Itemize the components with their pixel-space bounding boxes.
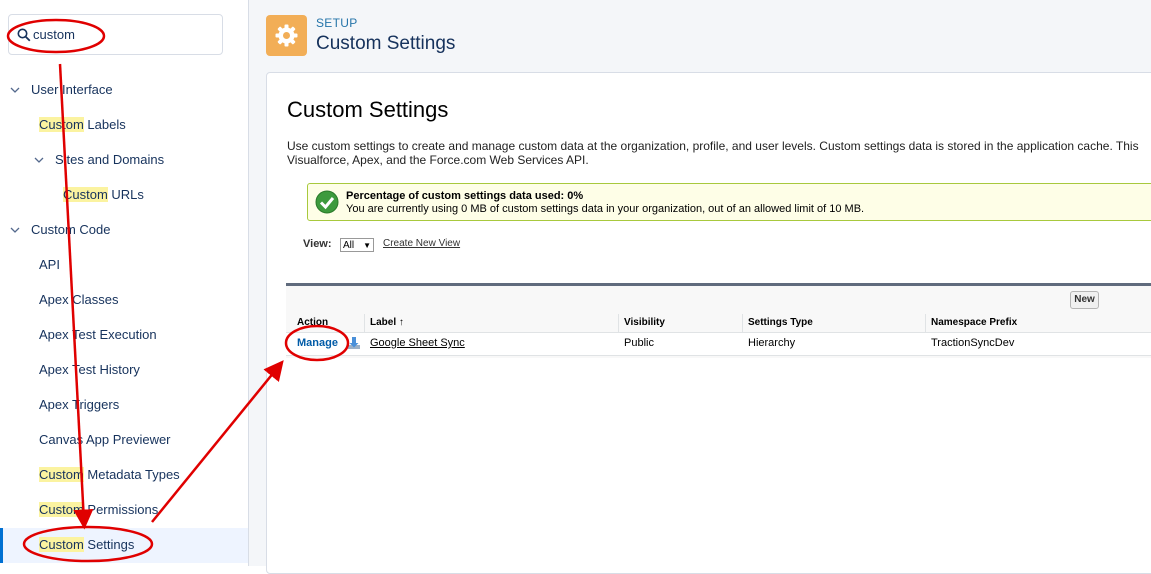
tree-item-label: Settings: [83, 537, 135, 552]
namespace-prefix-cell: TractionSyncDev: [931, 337, 1015, 349]
tree-item-label: Apex Classes: [39, 292, 119, 307]
column-divider: [925, 314, 926, 332]
content-panel: Custom Settings Use custom settings to c…: [266, 72, 1151, 574]
view-select-value: All: [343, 240, 355, 251]
visibility-cell: Public: [624, 337, 654, 349]
tree-item-label: URLs: [107, 187, 144, 202]
tree-item-custom-permissions[interactable]: Custom Permissions: [39, 493, 158, 527]
tree-item-custom-metadata-types[interactable]: Custom Metadata Types: [39, 458, 180, 492]
main-content: SETUP Custom Settings Custom Settings Us…: [249, 0, 1151, 574]
download-icon: [348, 337, 360, 349]
column-divider: [742, 314, 743, 332]
usage-info-message: Percentage of custom settings data used:…: [307, 183, 1151, 221]
setup-sidebar: custom User Interface Custom Labels Site…: [0, 0, 249, 566]
quick-find-search[interactable]: custom: [8, 14, 223, 55]
page-description: Use custom settings to create and manage…: [287, 139, 1151, 167]
success-check-icon: [315, 190, 339, 214]
column-divider: [364, 314, 365, 332]
tree-item-apex-test-history[interactable]: Apex Test History: [39, 353, 140, 387]
search-highlight: Custom: [39, 467, 84, 482]
gear-icon: [275, 24, 298, 47]
description-line: Use custom settings to create and manage…: [287, 139, 1139, 153]
create-new-view-link[interactable]: Create New View: [383, 238, 460, 249]
setup-breadcrumb: SETUP: [316, 16, 358, 30]
tree-item-apex-classes[interactable]: Apex Classes: [39, 283, 118, 317]
new-button[interactable]: New: [1070, 291, 1099, 309]
description-line: Visualforce, Apex, and the Force.com Web…: [287, 153, 589, 167]
tree-item-label: Apex Test History: [39, 362, 140, 377]
custom-settings-list: New Action Label ↑ Visibility Settings T…: [286, 283, 1151, 358]
tree-item-custom-urls[interactable]: Custom URLs: [63, 178, 144, 212]
tree-item-canvas-app-previewer[interactable]: Canvas App Previewer: [39, 423, 171, 457]
column-header-label[interactable]: Label ↑: [370, 314, 404, 332]
tree-item-label: API: [39, 257, 60, 272]
tree-item-label: Apex Test Execution: [39, 327, 157, 342]
column-header-settings-type[interactable]: Settings Type: [748, 314, 813, 332]
tree-item-apex-test-execution[interactable]: Apex Test Execution: [39, 318, 157, 352]
chevron-down-icon[interactable]: [9, 224, 21, 236]
column-header-action: Action: [297, 317, 329, 328]
search-icon: [17, 28, 31, 42]
tree-item-label: User Interface: [31, 82, 113, 97]
tree-item-label: Canvas App Previewer: [39, 432, 171, 447]
tree-item-api[interactable]: API: [39, 248, 60, 282]
tree-item-label: Labels: [83, 117, 126, 132]
chevron-down-icon[interactable]: [33, 154, 45, 166]
usage-detail: You are currently using 0 MB of custom s…: [346, 203, 865, 215]
page-title: Custom Settings: [316, 33, 456, 54]
search-highlight: Custom: [39, 502, 84, 517]
dropdown-arrow-icon: ▼: [363, 241, 371, 250]
setup-gear-icon: [266, 15, 307, 56]
table-row: Manage Google Sheet Sync Public Hierarch…: [286, 333, 1151, 356]
setting-label-link[interactable]: Google Sheet Sync: [370, 337, 465, 349]
view-label: View:: [303, 238, 332, 250]
column-header-namespace-prefix[interactable]: Namespace Prefix: [931, 314, 1017, 332]
view-select[interactable]: All ▼: [340, 238, 374, 252]
tree-item-custom-settings[interactable]: Custom Settings: [39, 528, 134, 562]
search-highlight: Custom: [39, 117, 84, 132]
tree-item-custom-labels[interactable]: Custom Labels: [39, 108, 126, 142]
chevron-down-icon[interactable]: [9, 84, 21, 96]
manage-link[interactable]: Manage: [297, 337, 338, 349]
search-input[interactable]: custom: [33, 27, 75, 42]
tree-item-custom-code[interactable]: Custom Code: [31, 213, 110, 247]
usage-title: Percentage of custom settings data used:…: [346, 190, 584, 202]
tree-item-label: Sites and Domains: [55, 152, 165, 167]
tree-item-sites-and-domains[interactable]: Sites and Domains: [55, 143, 164, 177]
column-header-visibility[interactable]: Visibility: [624, 314, 665, 332]
search-highlight: Custom: [63, 187, 108, 202]
tree-item-apex-triggers[interactable]: Apex Triggers: [39, 388, 119, 422]
settings-type-cell: Hierarchy: [748, 337, 796, 349]
search-highlight: Custom: [39, 537, 84, 552]
tree-item-label: Custom Code: [31, 222, 111, 237]
tree-item-user-interface[interactable]: User Interface: [31, 73, 113, 107]
tree-item-label: Apex Triggers: [39, 397, 120, 412]
tree-item-label: Permissions: [83, 502, 159, 517]
column-divider: [618, 314, 619, 332]
page-heading: Custom Settings: [287, 97, 449, 122]
tree-item-label: Metadata Types: [83, 467, 180, 482]
